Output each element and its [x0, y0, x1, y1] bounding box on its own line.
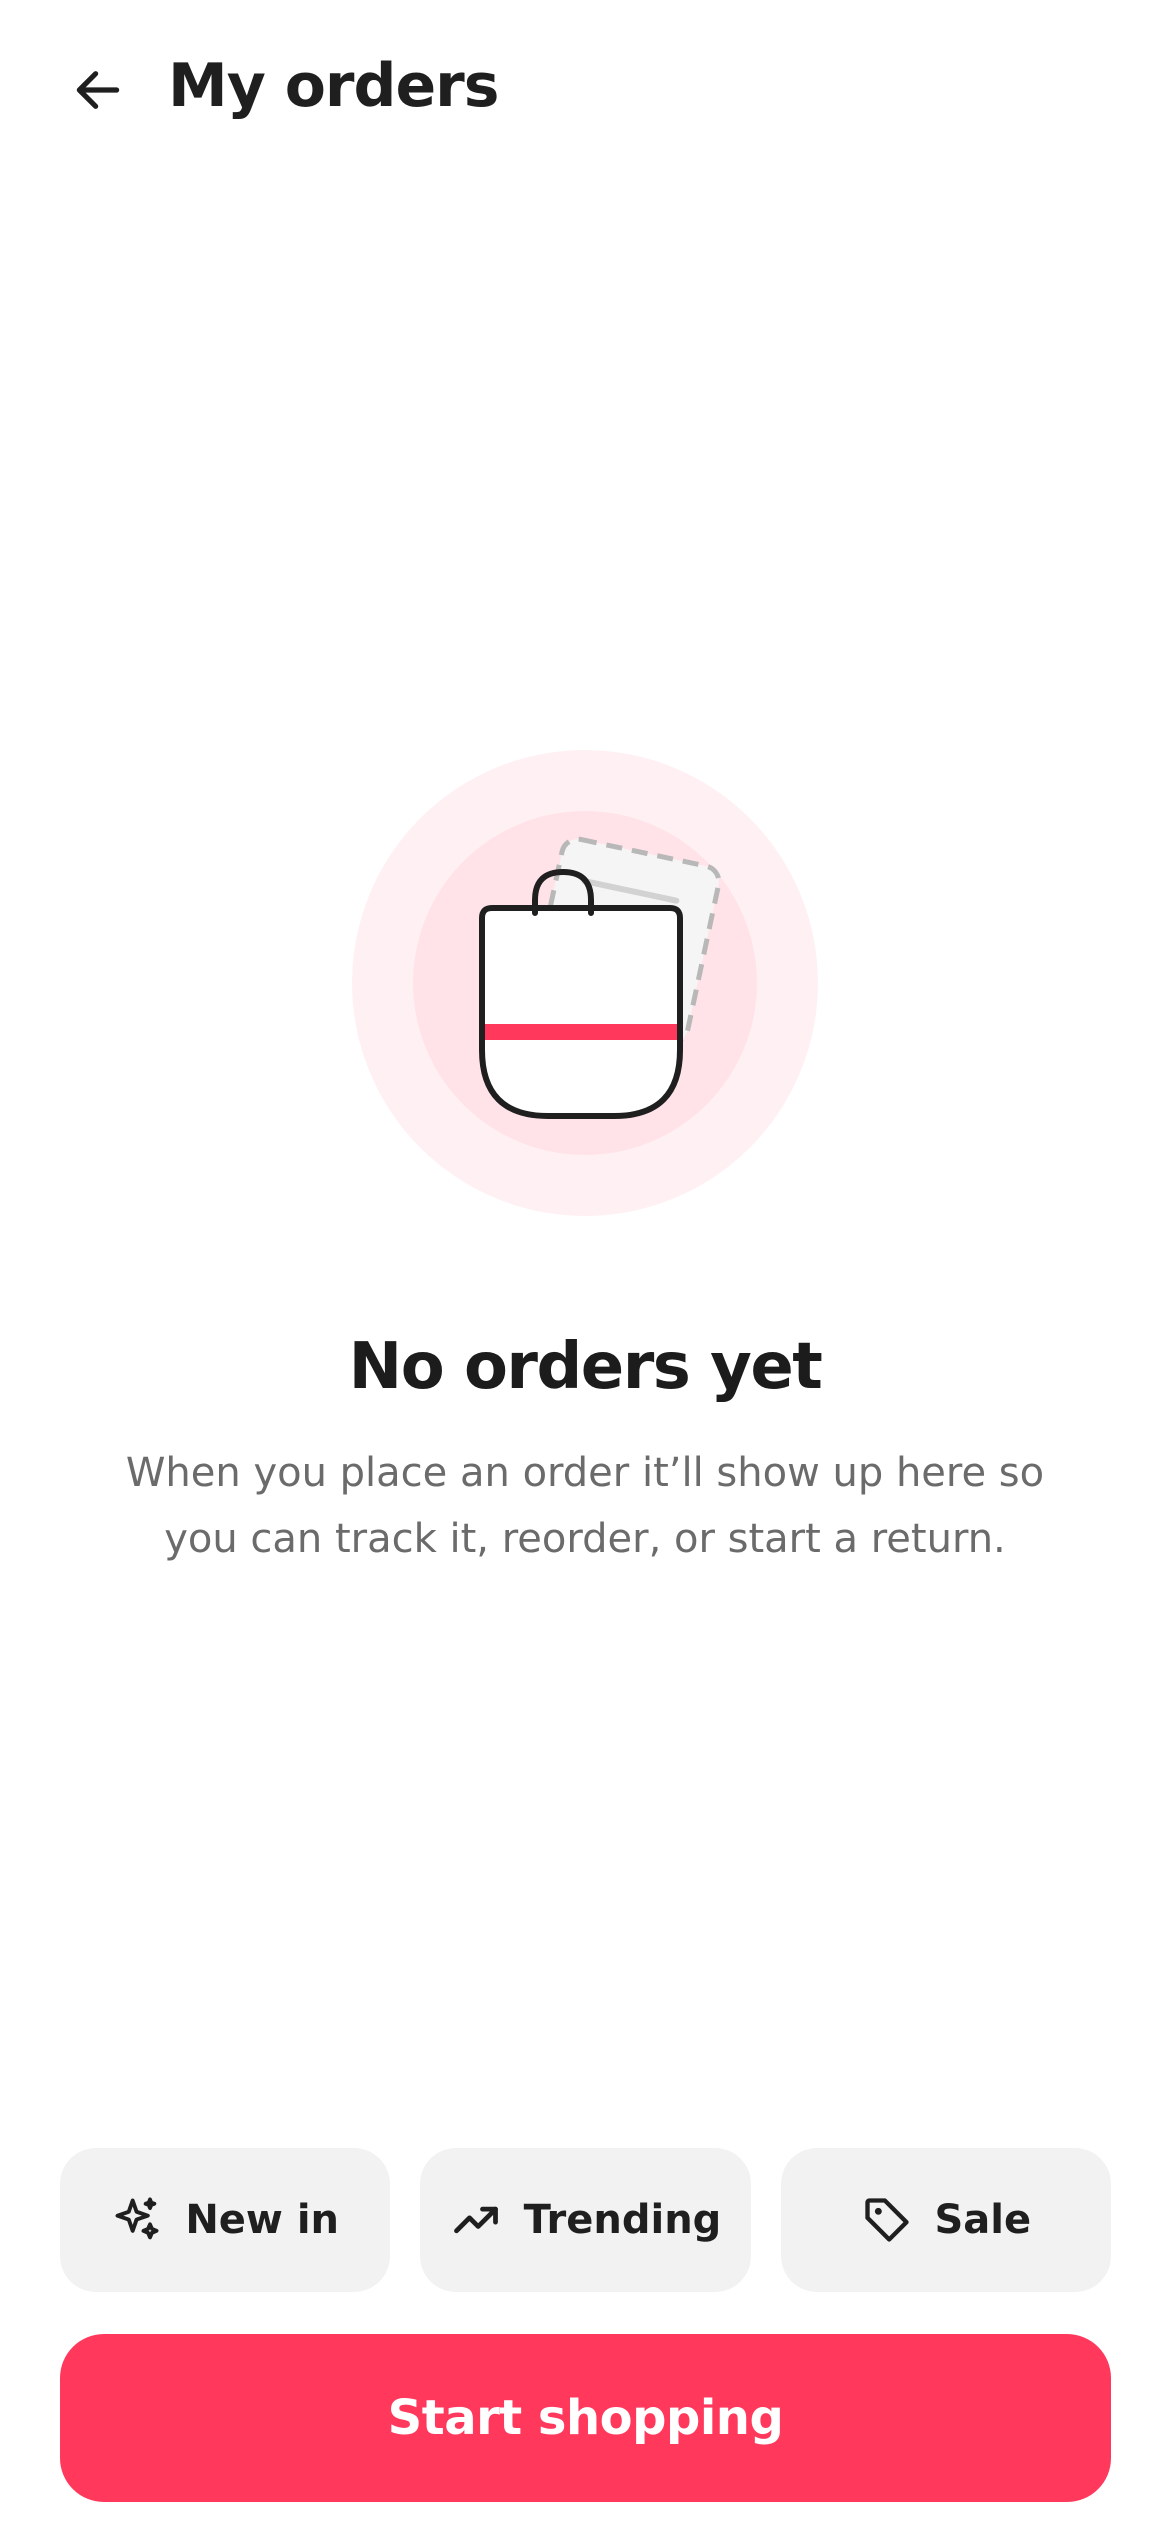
empty-state-description: When you place an order it’ll show up he… [85, 1440, 1085, 1572]
shopping-bag-icon [479, 868, 683, 1119]
empty-state-line-1: When you place an order it’ll show up he… [125, 1450, 1045, 1496]
trending-up-icon [450, 2194, 502, 2246]
quick-links: New in Trending Sale [60, 2148, 1111, 2292]
page-title: My orders [168, 51, 499, 121]
sparkles-icon [111, 2194, 163, 2246]
app-header: My orders [0, 0, 1170, 170]
start-shopping-label: Start shopping [387, 2390, 784, 2446]
arrow-left-icon [76, 71, 120, 109]
start-shopping-button[interactable]: Start shopping [60, 2334, 1111, 2502]
sale-chip[interactable]: Sale [780, 2148, 1111, 2292]
empty-state-title: No orders yet [348, 1330, 823, 1404]
trending-chip[interactable]: Trending [420, 2148, 751, 2292]
new-in-label: New in [185, 2197, 339, 2243]
empty-orders-illustration [352, 750, 818, 1216]
sale-label: Sale [934, 2197, 1032, 2243]
new-in-chip[interactable]: New in [60, 2148, 391, 2292]
tag-icon [861, 2194, 913, 2246]
trending-label: Trending [523, 2197, 722, 2243]
empty-state-line-2: you can track it, reorder, or start a re… [164, 1516, 1006, 1562]
back-button[interactable] [58, 50, 138, 130]
